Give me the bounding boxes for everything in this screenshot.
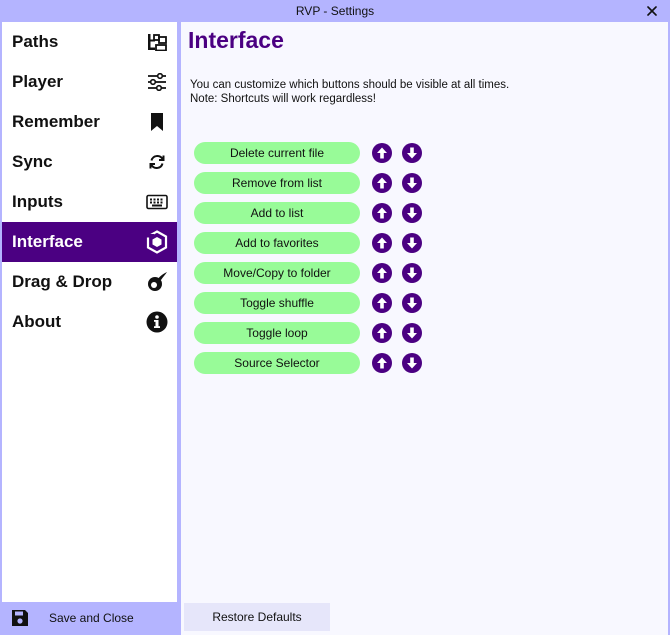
toggle-button-visibility[interactable]: Toggle shuffle <box>194 292 360 314</box>
move-down-icon[interactable] <box>402 353 422 373</box>
move-up-icon[interactable] <box>372 143 392 163</box>
save-and-close-label: Save and Close <box>49 611 134 625</box>
move-up-icon[interactable] <box>372 353 392 373</box>
move-up-icon[interactable] <box>372 233 392 253</box>
bottom-bar: Restore Defaults <box>181 602 668 635</box>
toggle-button-visibility[interactable]: Add to list <box>194 202 360 224</box>
folder-tree-icon <box>146 31 168 53</box>
move-down-icon[interactable] <box>402 203 422 223</box>
close-icon <box>647 6 657 16</box>
button-row: Toggle loop <box>194 322 424 344</box>
move-up-icon[interactable] <box>372 323 392 343</box>
button-row: Remove from list <box>194 172 424 194</box>
button-row: Delete current file <box>194 142 424 164</box>
toggle-button-visibility[interactable]: Delete current file <box>194 142 360 164</box>
sidebar-item-label: Inputs <box>12 192 63 211</box>
restore-defaults-button[interactable]: Restore Defaults <box>184 603 330 631</box>
button-row: Source Selector <box>194 352 424 374</box>
move-down-icon[interactable] <box>402 233 422 253</box>
sidebar-item-player[interactable]: Player <box>2 62 177 102</box>
move-down-icon[interactable] <box>402 323 422 343</box>
save-and-close-button[interactable]: Save and Close <box>2 603 177 633</box>
button-row: Add to favorites <box>194 232 424 254</box>
sidebar-item-paths[interactable]: Paths <box>2 22 177 62</box>
sidebar-item-label: Sync <box>12 152 53 171</box>
button-row: Add to list <box>194 202 424 224</box>
sidebar-item-label: Drag & Drop <box>12 272 113 291</box>
keyboard-icon <box>146 191 168 213</box>
description-line: Note: Shortcuts will work regardless! <box>190 93 376 105</box>
toggle-button-visibility[interactable]: Source Selector <box>194 352 360 374</box>
save-icon <box>10 608 30 628</box>
cube-icon <box>146 230 168 254</box>
comet-icon <box>146 271 168 293</box>
sidebar-item-label: About <box>12 312 62 331</box>
sidebar-item-interface[interactable]: Interface <box>2 222 177 262</box>
move-down-icon[interactable] <box>402 293 422 313</box>
button-row: Move/Copy to folder <box>194 262 424 284</box>
info-icon <box>146 311 168 333</box>
sidebar-item-drag-drop[interactable]: Drag & Drop <box>2 262 177 302</box>
window-title: RVP - Settings <box>295 4 375 18</box>
bookmark-icon <box>146 111 168 133</box>
sidebar-item-label: Interface <box>12 232 83 251</box>
move-down-icon[interactable] <box>402 263 422 283</box>
sync-icon <box>146 151 168 173</box>
toggle-button-visibility[interactable]: Move/Copy to folder <box>194 262 360 284</box>
sidebar-item-remember[interactable]: Remember <box>2 102 177 142</box>
title-bar: RVP - Settings <box>0 0 670 22</box>
toggle-button-visibility[interactable]: Add to favorites <box>194 232 360 254</box>
move-down-icon[interactable] <box>402 173 422 193</box>
toggle-button-visibility[interactable]: Toggle loop <box>194 322 360 344</box>
sidebar-item-label: Player <box>12 72 64 91</box>
page-title: Interface <box>188 27 284 53</box>
button-row: Toggle shuffle <box>194 292 424 314</box>
description-line: You can customize which buttons should b… <box>190 79 510 91</box>
sidebar-item-sync[interactable]: Sync <box>2 142 177 182</box>
sidebar-item-label: Remember <box>12 112 100 131</box>
move-up-icon[interactable] <box>372 293 392 313</box>
sidebar: Paths Player Remember Sync Inputs Interf… <box>2 22 177 602</box>
close-button[interactable] <box>642 1 662 21</box>
move-up-icon[interactable] <box>372 203 392 223</box>
sliders-icon <box>146 71 168 93</box>
toggle-button-visibility[interactable]: Remove from list <box>194 172 360 194</box>
sidebar-item-inputs[interactable]: Inputs <box>2 182 177 222</box>
move-up-icon[interactable] <box>372 263 392 283</box>
sidebar-item-label: Paths <box>12 32 59 51</box>
interface-settings-panel: Interface You can customize which button… <box>181 22 668 602</box>
description: You can customize which buttons should b… <box>190 78 509 106</box>
sidebar-item-about[interactable]: About <box>2 302 177 342</box>
move-down-icon[interactable] <box>402 143 422 163</box>
move-up-icon[interactable] <box>372 173 392 193</box>
